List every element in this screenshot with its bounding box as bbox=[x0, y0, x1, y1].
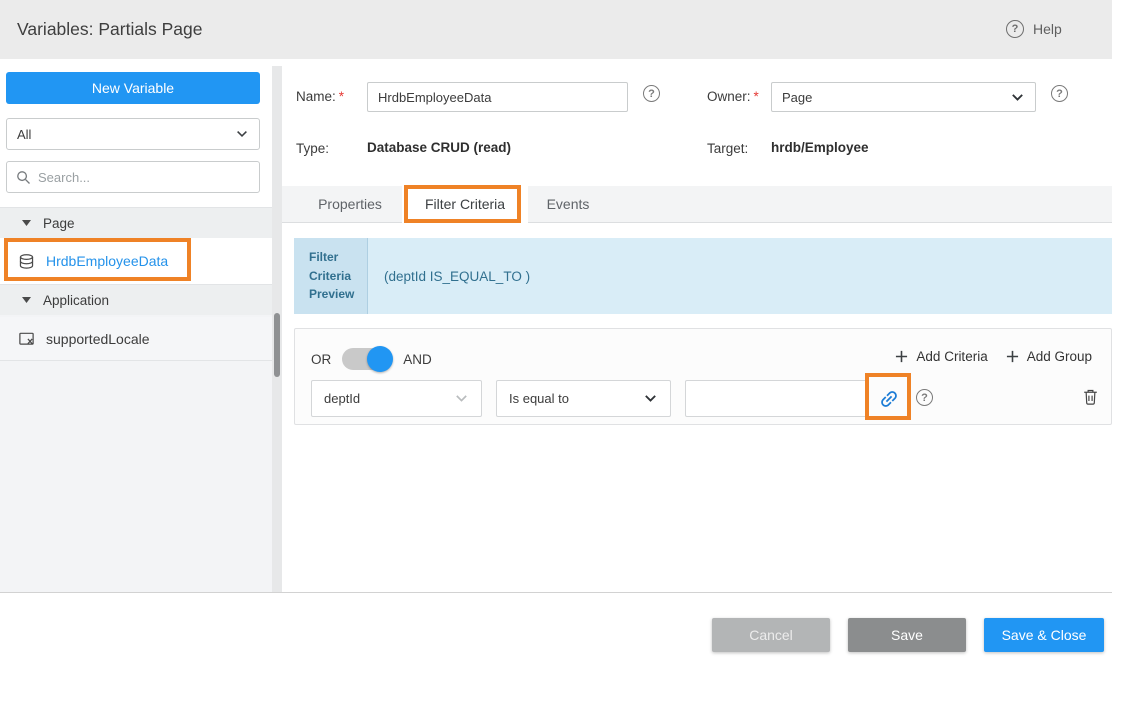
cancel-button[interactable]: Cancel bbox=[712, 618, 830, 652]
criteria-value-input[interactable] bbox=[685, 380, 869, 417]
sidebar-scrollbar-thumb[interactable] bbox=[274, 313, 280, 377]
sidebar-item-label: HrdbEmployeeData bbox=[46, 253, 168, 269]
tab-filter-criteria[interactable]: Filter Criteria bbox=[402, 186, 528, 223]
name-help-icon[interactable] bbox=[643, 85, 660, 102]
owner-select[interactable]: Page bbox=[771, 82, 1036, 112]
operator-value: Is equal to bbox=[509, 391, 643, 406]
section-label: Page bbox=[43, 216, 75, 231]
caret-down-icon bbox=[22, 220, 31, 226]
sidebar-controls: New Variable All bbox=[0, 66, 272, 207]
bind-variable-button[interactable] bbox=[878, 388, 900, 410]
dialog-header: Variables: Partials Page Help bbox=[0, 0, 1112, 59]
field-select[interactable]: deptId bbox=[311, 380, 482, 417]
trash-icon bbox=[1081, 387, 1100, 407]
owner-help-icon[interactable] bbox=[1051, 85, 1068, 102]
variable-filter-value: All bbox=[17, 127, 235, 142]
operator-select[interactable]: Is equal to bbox=[496, 380, 671, 417]
tab-bar: Properties Filter Criteria Events bbox=[282, 186, 1112, 223]
owner-value: Page bbox=[782, 90, 1010, 105]
section-label: Application bbox=[43, 293, 109, 308]
plus-icon bbox=[895, 350, 908, 363]
or-label: OR bbox=[311, 352, 331, 367]
type-value: Database CRUD (read) bbox=[367, 140, 511, 155]
required-asterisk: * bbox=[754, 89, 759, 104]
name-input[interactable] bbox=[367, 82, 628, 112]
variables-sidebar: New Variable All Page bbox=[0, 66, 272, 592]
toggle-knob bbox=[367, 346, 393, 372]
chevron-down-icon bbox=[454, 391, 469, 406]
sidebar-item-hrdbemployeedata[interactable]: HrdbEmployeeData bbox=[0, 238, 272, 284]
filter-criteria-preview: Filter Criteria Preview (deptId IS_EQUAL… bbox=[294, 238, 1112, 314]
sidebar-section-application[interactable]: Application bbox=[0, 284, 272, 315]
chevron-down-icon bbox=[235, 127, 249, 141]
page-title: Variables: Partials Page bbox=[17, 19, 202, 40]
new-variable-button[interactable]: New Variable bbox=[6, 72, 260, 104]
add-group-button[interactable]: Add Group bbox=[1006, 349, 1092, 364]
search-box bbox=[6, 161, 260, 193]
logic-toggle-group: OR AND bbox=[311, 348, 432, 370]
delete-criteria-button[interactable] bbox=[1081, 387, 1100, 407]
search-icon bbox=[16, 170, 31, 185]
save-button[interactable]: Save bbox=[848, 618, 966, 652]
criteria-panel: OR AND Add Criteria Add Group bbox=[294, 328, 1112, 425]
save-close-button[interactable]: Save & Close bbox=[984, 618, 1104, 652]
add-criteria-button[interactable]: Add Criteria bbox=[895, 349, 987, 364]
or-and-toggle[interactable] bbox=[342, 348, 392, 370]
required-asterisk: * bbox=[339, 89, 344, 104]
criteria-actions: Add Criteria Add Group bbox=[895, 349, 1092, 364]
filter-preview-label: Filter Criteria Preview bbox=[294, 238, 368, 314]
database-icon bbox=[18, 253, 35, 270]
and-label: AND bbox=[403, 352, 432, 367]
caret-down-icon bbox=[22, 297, 31, 303]
chevron-down-icon bbox=[1010, 90, 1025, 105]
owner-label: Owner:* bbox=[707, 89, 759, 104]
name-label: Name:* bbox=[296, 89, 344, 104]
link-icon bbox=[873, 383, 904, 414]
sidebar-item-supportedlocale[interactable]: supportedLocale bbox=[0, 317, 272, 361]
criteria-help-icon[interactable] bbox=[916, 389, 933, 406]
variable-filter-select[interactable]: All bbox=[6, 118, 260, 150]
tab-events[interactable]: Events bbox=[528, 186, 608, 222]
field-value: deptId bbox=[324, 391, 454, 406]
tab-properties[interactable]: Properties bbox=[298, 186, 402, 222]
sidebar-section-page[interactable]: Page bbox=[0, 207, 272, 238]
sidebar-scrollbar-track[interactable] bbox=[272, 66, 282, 592]
target-label: Target: bbox=[707, 141, 748, 156]
variables-dialog: Variables: Partials Page Help New Variab… bbox=[0, 0, 1148, 717]
help-button[interactable]: Help bbox=[1006, 20, 1062, 38]
variable-icon bbox=[18, 330, 35, 347]
chevron-down-icon bbox=[643, 391, 658, 406]
sidebar-item-label: supportedLocale bbox=[46, 331, 150, 347]
filter-preview-value: (deptId IS_EQUAL_TO ) bbox=[368, 238, 1112, 314]
target-value: hrdb/Employee bbox=[771, 140, 869, 155]
search-input[interactable] bbox=[38, 170, 250, 185]
help-icon bbox=[1006, 20, 1024, 38]
plus-icon bbox=[1006, 350, 1019, 363]
type-label: Type: bbox=[296, 141, 329, 156]
variable-detail-panel: Name:* Owner:* Page Type: Database CRUD … bbox=[282, 66, 1112, 592]
help-label: Help bbox=[1033, 21, 1062, 37]
footer-divider bbox=[0, 592, 1112, 593]
